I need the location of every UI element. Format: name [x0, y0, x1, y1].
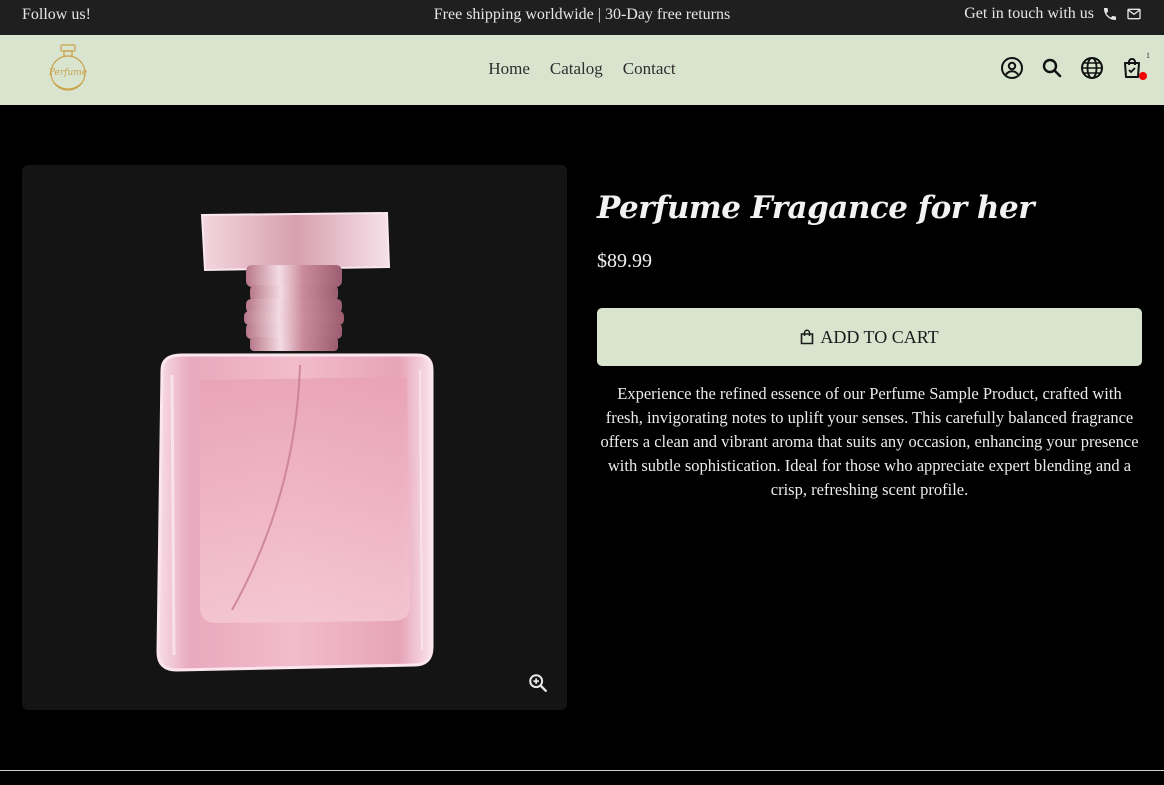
- nav-catalog[interactable]: Catalog: [550, 59, 603, 78]
- announcement-bar: Follow us! Free shipping worldwide | 30-…: [0, 0, 1164, 35]
- globe-icon[interactable]: [1080, 56, 1104, 80]
- store-logo[interactable]: Perfume: [48, 43, 88, 95]
- cart-count: 1: [1146, 51, 1150, 60]
- section-divider: [0, 770, 1164, 771]
- product-price: $89.99: [597, 250, 652, 272]
- product-title: Perfume Fragance for her: [597, 190, 1035, 226]
- svg-text:Perfume: Perfume: [48, 68, 87, 78]
- contact-label: Get in touch with us: [964, 5, 1094, 22]
- nav-contact[interactable]: Contact: [623, 59, 676, 78]
- site-header: Perfume Home Catalog Contact 1: [0, 35, 1164, 105]
- cart-button[interactable]: 1: [1120, 51, 1150, 80]
- phone-icon[interactable]: [1102, 6, 1118, 22]
- promo-text: Free shipping worldwide | 30-Day free re…: [433, 6, 731, 23]
- main-nav: Home Catalog Contact: [0, 59, 1164, 79]
- nav-home[interactable]: Home: [488, 59, 530, 78]
- shopping-bag-icon: [801, 329, 814, 345]
- header-icons: 1: [1000, 51, 1150, 80]
- add-to-cart-label: ADD TO CART: [820, 326, 939, 347]
- mail-icon[interactable]: [1126, 6, 1142, 22]
- cart-indicator-dot: [1139, 72, 1147, 80]
- account-icon[interactable]: [1000, 56, 1024, 80]
- contact-group: Get in touch with us: [964, 5, 1142, 23]
- product-image-frame[interactable]: [22, 165, 567, 710]
- search-icon[interactable]: [1040, 56, 1064, 80]
- zoom-in-icon[interactable]: [527, 672, 549, 694]
- add-to-cart-button[interactable]: ADD TO CART: [597, 308, 1142, 366]
- follow-us-link[interactable]: Follow us!: [22, 6, 91, 24]
- perfume-bottle-image: [156, 211, 434, 672]
- product-description: Experience the refined essence of our Pe…: [600, 384, 1139, 499]
